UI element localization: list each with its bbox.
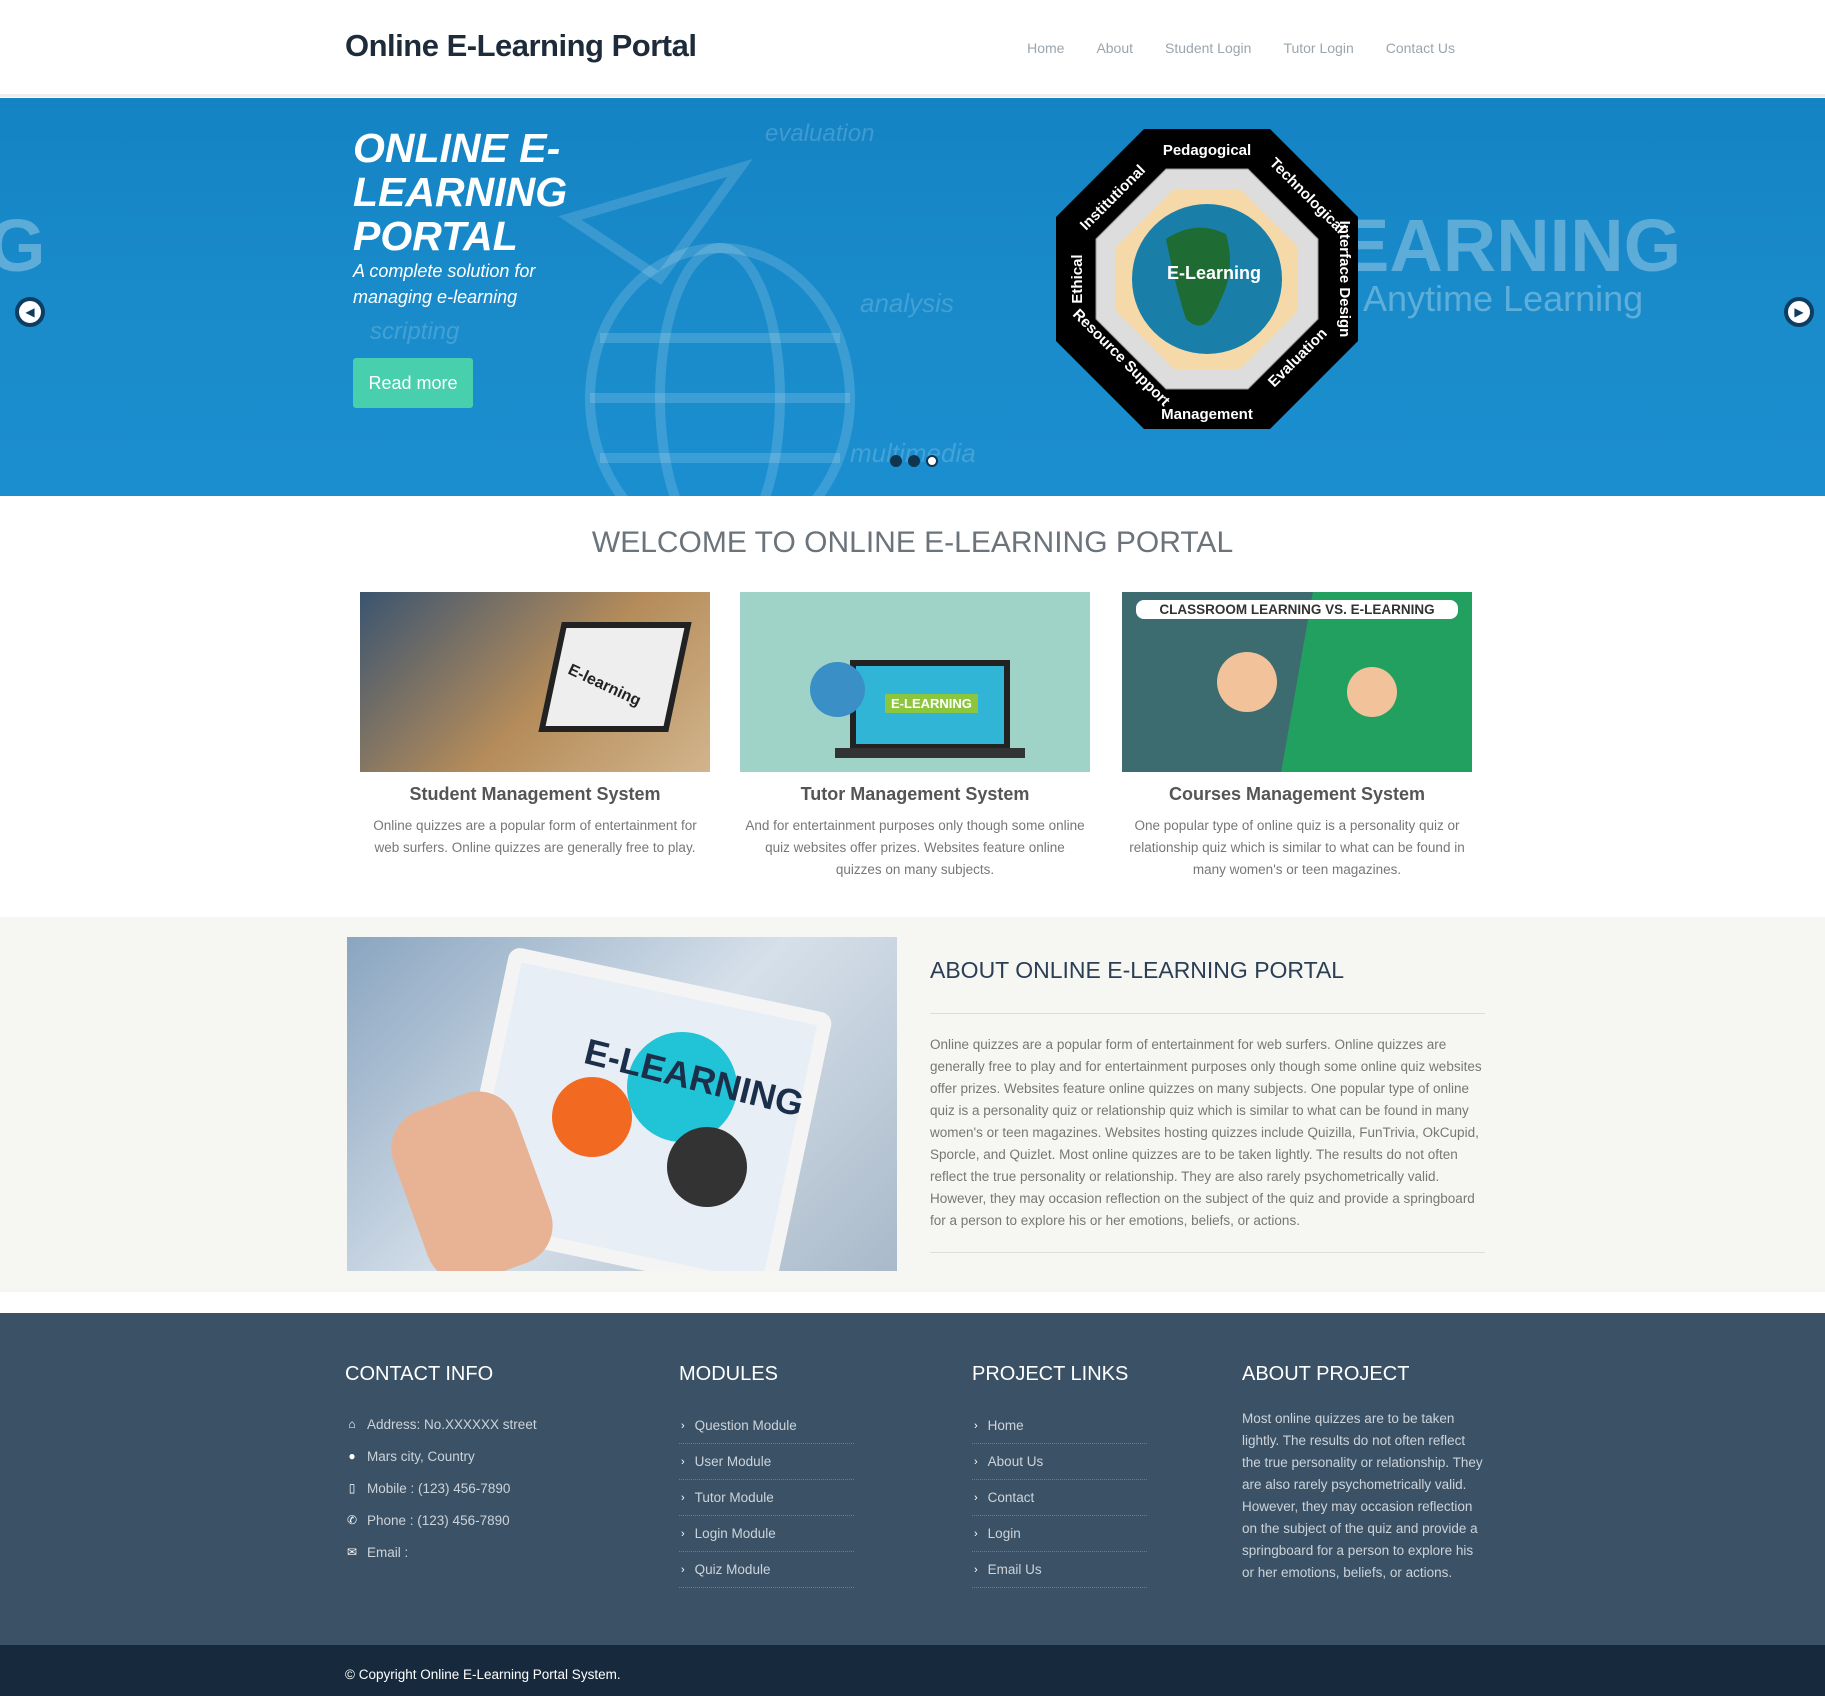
card-title: Courses Management System (1168, 784, 1426, 804)
chevron-right-icon: › (974, 1527, 978, 1540)
chevron-right-icon: › (974, 1455, 978, 1468)
project-link[interactable]: › Home (972, 1408, 1147, 1444)
nav-about[interactable]: About (1096, 40, 1133, 56)
feature-card-student: E-learning Student Management System Onl… (360, 592, 710, 859)
hero-subtitle: A complete solution for managing e-learn… (353, 261, 536, 307)
bg-word: , Anytime Learning (1345, 278, 1644, 319)
contact-mobile: ▯ Mobile : (123) 456-7890 (345, 1472, 537, 1504)
card-title: Student Management System (409, 784, 661, 804)
chevron-right-icon: › (681, 1491, 685, 1504)
footer-heading: MODULES (679, 1363, 778, 1385)
laptop-image: E-learning (360, 592, 710, 772)
classroom-vs-elearning-image: CLASSROOM LEARNING VS. E-LEARNING (1122, 592, 1472, 772)
nav-tutor-login[interactable]: Tutor Login (1283, 40, 1353, 56)
slide-indicators (890, 455, 938, 467)
card-text: And for entertainment purposes only thou… (745, 818, 1085, 877)
bg-word: scripting (370, 318, 460, 345)
module-link[interactable]: › Tutor Module (679, 1480, 854, 1516)
about-project-text: Most online quizzes are to be taken ligh… (1242, 1411, 1483, 1580)
feature-card-tutor: E-LEARNING Tutor Management System And f… (740, 592, 1090, 881)
footer-heading: ABOUT PROJECT (1242, 1363, 1410, 1385)
footer-modules: MODULES › Question Module › User Module › T… (679, 1363, 854, 1588)
chevron-right-icon: › (974, 1419, 978, 1432)
contact-email: ✉ Email : (346, 1544, 409, 1560)
module-link[interactable]: › Question Module (679, 1408, 854, 1444)
prev-slide-arrow-icon[interactable]: ◀ (15, 297, 45, 327)
chevron-right-icon: › (974, 1563, 978, 1576)
card-text: Online quizzes are a popular form of ent… (373, 818, 697, 855)
feature-card-courses: CLASSROOM LEARNING VS. E-LEARNING Course… (1122, 592, 1472, 881)
diagram-label: Management (1161, 406, 1253, 423)
slide-dot-2[interactable] (908, 455, 920, 467)
about-title: ABOUT ONLINE E-LEARNING PORTAL (930, 957, 1345, 983)
contact-phone: ✆ Phone : (123) 456-7890 (346, 1512, 510, 1528)
diagram-center-label: E-Learning (1167, 263, 1261, 283)
slide-dot-1[interactable] (890, 455, 902, 467)
envelope-icon: ✉ (346, 1545, 358, 1559)
project-link[interactable]: › Login (972, 1516, 1147, 1552)
home-icon: ⌂ (348, 1417, 356, 1431)
footer: CONTACT INFO ⌂ Address: No.XXXXXX street … (0, 1313, 1825, 1645)
bg-word: evaluation (765, 120, 875, 147)
divider (930, 1013, 1485, 1014)
chevron-right-icon: › (681, 1563, 685, 1576)
chevron-right-icon: › (974, 1491, 978, 1504)
about-text: Online quizzes are a popular form of ent… (930, 1037, 1482, 1228)
module-link[interactable]: › Login Module (679, 1516, 854, 1552)
welcome-title: WELCOME TO ONLINE E-LEARNING PORTAL (591, 526, 1234, 559)
elearning-octagon-diagram: E-Learning Pedagogical Technological Int… (1056, 129, 1358, 429)
chevron-right-icon: › (681, 1527, 685, 1540)
nav-contact-us[interactable]: Contact Us (1386, 40, 1455, 56)
project-link[interactable]: › Email Us (972, 1552, 1147, 1588)
next-slide-arrow-icon[interactable]: ▶ (1784, 297, 1814, 327)
elearning-laptop-image: E-LEARNING (740, 592, 1090, 772)
slide-dot-3[interactable] (926, 455, 938, 467)
footer-heading: CONTACT INFO (345, 1363, 494, 1385)
about-section: E-LEARNING ABOUT ONLINE E-LEARNING PORTA… (0, 917, 1825, 1292)
contact-address: ⌂ Address: No.XXXXXX street (345, 1408, 536, 1440)
project-link[interactable]: › Contact (972, 1480, 1147, 1516)
bg-word: EARNING (1340, 204, 1682, 287)
footer-contact: CONTACT INFO ⌂ Address: No.XXXXXX street … (345, 1363, 537, 1568)
diagram-label: Ethical (1069, 254, 1086, 303)
chevron-right-icon: › (681, 1419, 685, 1432)
nav-home[interactable]: Home (1027, 40, 1064, 56)
mobile-icon: ▯ (348, 1481, 356, 1495)
footer-heading: PROJECT LINKS (972, 1363, 1129, 1385)
footer-project-links: PROJECT LINKS › Home › About Us › Contact ›… (972, 1363, 1147, 1588)
hero-title: ONLINE E-LEARNING PORTAL (353, 125, 568, 259)
bg-word: analysis (860, 288, 954, 318)
contact-city: ● Mars city, Country (345, 1440, 537, 1472)
chevron-right-icon: › (681, 1455, 685, 1468)
brand-title[interactable]: Online E-Learning Portal (345, 28, 697, 64)
card-title: Tutor Management System (800, 784, 1030, 804)
module-link[interactable]: › User Module (679, 1444, 854, 1480)
card-text: One popular type of online quiz is a per… (1129, 818, 1465, 877)
nav-student-login[interactable]: Student Login (1165, 40, 1251, 56)
diagram-label: Pedagogical (1163, 142, 1251, 159)
divider (930, 1252, 1485, 1253)
footer-about-project: ABOUT PROJECT Most online quizzes are to… (1242, 1363, 1487, 1584)
copyright-text: © Copyright Online E-Learning Portal Sys… (345, 1667, 621, 1682)
globe-icon: ● (348, 1449, 356, 1463)
tablet-elearning-image: E-LEARNING (347, 937, 897, 1271)
site-header: Online E-Learning Portal Home About Stud… (0, 0, 1825, 97)
read-more-button[interactable]: Read more (353, 358, 473, 408)
hero-slider: evaluation analysis scripting multimedia… (0, 98, 1825, 496)
diagram-label: Interface Design (1336, 221, 1353, 338)
main-nav: Home About Student Login Tutor Login Con… (1027, 40, 1455, 56)
project-link[interactable]: › About Us (972, 1444, 1147, 1480)
module-link[interactable]: › Quiz Module (679, 1552, 854, 1588)
phone-icon: ✆ (346, 1513, 358, 1527)
copyright-bar: © Copyright Online E-Learning Portal Sys… (0, 1645, 1825, 1696)
